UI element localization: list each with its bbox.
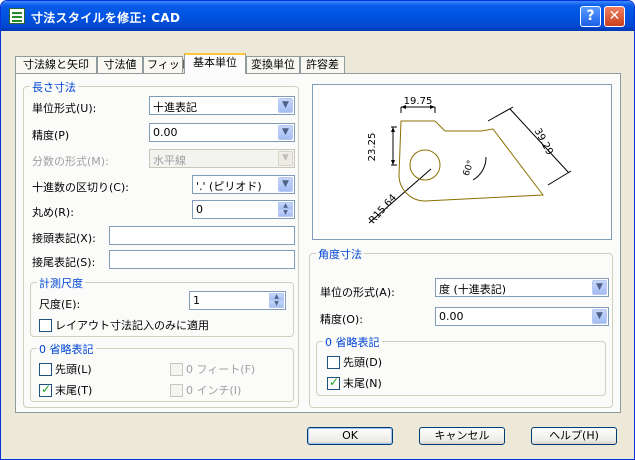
angular-group-title: 角度寸法 bbox=[316, 246, 364, 262]
unit-format-value: 十進表記 bbox=[153, 101, 197, 114]
trailing-zero-label: 末尾(T) bbox=[55, 384, 93, 397]
roundoff-label: 丸め(R): bbox=[32, 206, 74, 219]
angular-precision-label: 精度(O): bbox=[320, 313, 363, 326]
check-icon: ✓ bbox=[41, 382, 52, 396]
tab-tolerances[interactable]: 許容差 bbox=[300, 56, 345, 73]
help-icon[interactable]: ? bbox=[580, 6, 601, 27]
zero-feet-checkbox: 0 フィート(F) bbox=[170, 361, 256, 376]
angular-unit-format-select[interactable]: 度 (十進表記) ▼ bbox=[435, 278, 609, 297]
fraction-format-select: 水平線 ▼ bbox=[149, 149, 295, 168]
preview-drawing: 19.75 23.25 39.29 60° R15.64 bbox=[367, 96, 572, 226]
primary-units-panel: 長さ寸法 単位形式(U): 十進表記 ▼ 精度(P) 0.00 ▼ 分数の形式(… bbox=[15, 73, 621, 413]
zero-suppression-linear-group: 0 省略表記 先頭(L) ✓ 末尾(T) 0 フィート(F) 0 インチ(I) bbox=[30, 341, 294, 402]
dim-text-left: 23.25 bbox=[367, 133, 378, 162]
tab-dimension-lines[interactable]: 寸法線と矢印 bbox=[15, 56, 97, 73]
scale-factor-stepper[interactable]: 1 ▲ ▼ bbox=[189, 291, 286, 310]
precision-select[interactable]: 0.00 ▼ bbox=[149, 123, 295, 142]
zero-inches-label: 0 インチ(I) bbox=[186, 384, 242, 397]
dimension-preview: 19.75 23.25 39.29 60° R15.64 bbox=[312, 84, 612, 240]
layout-only-label: レイアウト寸法記入のみに適用 bbox=[55, 319, 209, 332]
help-button[interactable]: ヘルプ(H) bbox=[531, 427, 617, 445]
prefix-label: 接頭表記(X): bbox=[32, 232, 96, 245]
precision-label: 精度(P) bbox=[32, 129, 70, 142]
precision-value: 0.00 bbox=[153, 126, 178, 139]
trailing-zero-checkbox[interactable]: ✓ 末尾(T) bbox=[39, 382, 93, 397]
decimal-separator-value: '.' (ピリオド) bbox=[196, 180, 262, 193]
leading-zero-checkbox[interactable]: 先頭(L) bbox=[39, 361, 92, 376]
decimal-separator-label: 十進数の区切り(C): bbox=[32, 181, 129, 194]
dim-line-left bbox=[391, 126, 397, 166]
angular-trailing-zero-checkbox[interactable]: ✓ 末尾(N) bbox=[327, 375, 382, 390]
unit-format-select[interactable]: 十進表記 ▼ bbox=[149, 96, 295, 115]
layout-only-checkbox[interactable]: レイアウト寸法記入のみに適用 bbox=[39, 317, 209, 332]
angular-leading-zero-checkbox[interactable]: 先頭(D) bbox=[327, 354, 383, 369]
roundoff-value: 0 bbox=[196, 203, 203, 216]
chevron-down-icon[interactable]: ▼ bbox=[278, 98, 293, 113]
decimal-separator-select[interactable]: '.' (ピリオド) ▼ bbox=[192, 175, 295, 194]
scale-group-title: 計測尺度 bbox=[37, 275, 85, 291]
dim-text-right: 39.29 bbox=[532, 127, 555, 157]
chevron-down-icon[interactable]: ▼ bbox=[592, 309, 607, 324]
fraction-format-value: 水平線 bbox=[153, 154, 186, 167]
zero-suppression-angular-title: 0 省略表記 bbox=[323, 334, 382, 350]
fraction-format-label: 分数の形式(M): bbox=[32, 155, 109, 168]
prefix-input[interactable] bbox=[109, 226, 295, 245]
zero-suppression-angular-group: 0 省略表記 先頭(D) ✓ 末尾(N) bbox=[316, 334, 606, 396]
measurement-scale-group: 計測尺度 尺度(E): 1 ▲ ▼ レイアウト寸法記入のみに適用 bbox=[30, 275, 294, 337]
window-title: 寸法スタイルを修正: CAD bbox=[31, 11, 181, 25]
close-icon[interactable]: ✕ bbox=[604, 6, 625, 27]
chevron-down-icon[interactable]: ▼ bbox=[278, 177, 293, 192]
angular-precision-select[interactable]: 0.00 ▼ bbox=[435, 307, 609, 326]
zero-feet-label: 0 フィート(F) bbox=[186, 363, 256, 376]
cancel-button[interactable]: キャンセル bbox=[419, 427, 505, 445]
dim-line-top bbox=[400, 106, 436, 113]
tab-fit[interactable]: フィット bbox=[143, 56, 191, 73]
title-bar[interactable]: 寸法スタイルを修正: CAD ? ✕ bbox=[1, 1, 634, 31]
chevron-down-icon[interactable]: ▼ bbox=[278, 125, 293, 140]
chevron-down-icon[interactable]: ▼ bbox=[592, 280, 607, 295]
angular-trailing-zero-label: 末尾(N) bbox=[343, 377, 382, 390]
angular-dimensions-group: 角度寸法 単位の形式(A): 度 (十進表記) ▼ 精度(O): 0.00 ▼ … bbox=[309, 246, 613, 408]
dim-text-radius: R15.64 bbox=[367, 192, 399, 226]
angular-precision-value: 0.00 bbox=[439, 310, 464, 323]
zero-suppression-linear-title: 0 省略表記 bbox=[37, 341, 96, 357]
spin-down-icon[interactable]: ▼ bbox=[269, 300, 284, 308]
chevron-down-icon: ▼ bbox=[278, 151, 293, 166]
scale-factor-value: 1 bbox=[193, 294, 200, 307]
scale-factor-label: 尺度(E): bbox=[39, 298, 81, 311]
angular-unit-format-value: 度 (十進表記) bbox=[439, 283, 507, 296]
check-icon: ✓ bbox=[329, 375, 340, 389]
leading-zero-label: 先頭(L) bbox=[55, 363, 92, 376]
suffix-input[interactable] bbox=[109, 250, 295, 269]
roundoff-stepper[interactable]: 0 ▲ ▼ bbox=[192, 200, 295, 219]
zero-inches-checkbox: 0 インチ(I) bbox=[170, 382, 242, 397]
dimension-style-dialog: 寸法スタイルを修正: CAD ? ✕ 寸法線と矢印 寸法値 フィット 基本単位 … bbox=[0, 0, 635, 460]
linear-group-title: 長さ寸法 bbox=[30, 79, 78, 95]
dim-text-angle: 60° bbox=[462, 159, 477, 177]
dim-line-right bbox=[487, 106, 572, 186]
app-icon bbox=[9, 8, 25, 24]
suffix-label: 接尾表記(S): bbox=[32, 256, 96, 269]
unit-format-label: 単位形式(U): bbox=[32, 102, 97, 115]
dim-arc-angle bbox=[472, 156, 487, 181]
dim-text-top: 19.75 bbox=[404, 96, 433, 107]
tab-text[interactable]: 寸法値 bbox=[97, 56, 143, 73]
tab-primary-units[interactable]: 基本単位 bbox=[184, 53, 246, 74]
ok-button[interactable]: OK bbox=[307, 427, 393, 445]
spin-down-icon[interactable]: ▼ bbox=[278, 209, 293, 217]
angular-unit-format-label: 単位の形式(A): bbox=[320, 286, 395, 299]
linear-dimensions-group: 長さ寸法 単位形式(U): 十進表記 ▼ 精度(P) 0.00 ▼ 分数の形式(… bbox=[23, 79, 299, 408]
angular-leading-zero-label: 先頭(D) bbox=[343, 356, 383, 369]
tab-alternate-units[interactable]: 変換単位 bbox=[246, 56, 300, 73]
